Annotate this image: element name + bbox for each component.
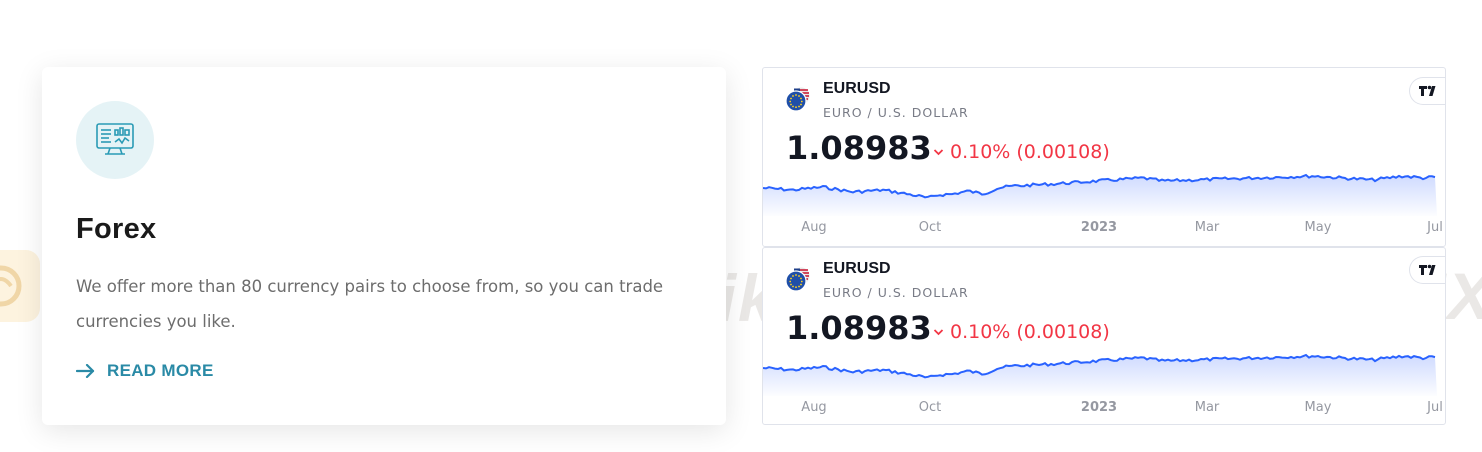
tradingview-logo-icon[interactable] <box>1409 77 1445 105</box>
axis-label: May <box>1304 220 1332 235</box>
axis-label: Mar <box>1194 400 1220 415</box>
axis-label: Oct <box>918 400 942 415</box>
chevron-down-icon <box>933 329 944 336</box>
ticker-description: EURO / U.S. DOLLAR <box>823 285 969 300</box>
sparkline-area <box>763 355 1437 396</box>
ticker-symbol[interactable]: EURUSD <box>823 260 891 278</box>
card-title: Forex <box>76 213 157 245</box>
ticker-description: EURO / U.S. DOLLAR <box>823 105 969 120</box>
sparkline-chart[interactable] <box>763 168 1446 216</box>
axis-label: Jul <box>1427 220 1443 235</box>
time-axis: Aug Oct 2023 Mar May Jul <box>763 400 1445 420</box>
axis-label: Jul <box>1427 400 1443 415</box>
eu-us-flag-icon <box>785 267 810 292</box>
change-percent: 0.10% <box>950 321 1011 343</box>
arrow-right-icon <box>76 364 95 378</box>
ticker-symbol[interactable]: EURUSD <box>823 80 891 98</box>
axis-label: Aug <box>801 400 827 415</box>
axis-label: 2023 <box>1080 400 1118 415</box>
ticker-widget[interactable]: EURUSD EURO / U.S. DOLLAR 1.08983 0.10% … <box>762 247 1446 425</box>
read-more-label: READ MORE <box>107 361 214 380</box>
sparkline-chart[interactable] <box>763 348 1446 396</box>
axis-label: Mar <box>1194 220 1220 235</box>
watermark-logo-icon <box>0 250 40 322</box>
change-absolute: (0.00108) <box>1016 141 1110 163</box>
sparkline-area <box>763 175 1437 216</box>
axis-label: 2023 <box>1080 220 1118 235</box>
axis-label: Aug <box>801 220 827 235</box>
tradingview-logo-icon[interactable] <box>1409 256 1445 284</box>
time-axis: Aug Oct 2023 Mar May Jul <box>763 220 1445 240</box>
card-description: We offer more than 80 currency pairs to … <box>76 277 664 331</box>
change-absolute: (0.00108) <box>1016 321 1110 343</box>
ticker-change: 0.10% (0.00108) <box>933 321 1110 343</box>
ticker-change: 0.10% (0.00108) <box>933 141 1110 163</box>
read-more-link[interactable]: READ MORE <box>76 361 214 381</box>
eu-us-flag-icon <box>785 87 810 112</box>
chevron-down-icon <box>933 149 944 156</box>
ticker-price: 1.08983 <box>786 129 932 167</box>
axis-label: May <box>1304 400 1332 415</box>
monitor-chart-icon <box>76 101 154 179</box>
forex-feature-card: Forex We offer more than 80 currency pai… <box>42 67 726 425</box>
change-percent: 0.10% <box>950 141 1011 163</box>
ticker-price: 1.08983 <box>786 309 932 347</box>
ticker-widget[interactable]: EURUSD EURO / U.S. DOLLAR 1.08983 0.10% … <box>762 67 1446 247</box>
axis-label: Oct <box>918 220 942 235</box>
